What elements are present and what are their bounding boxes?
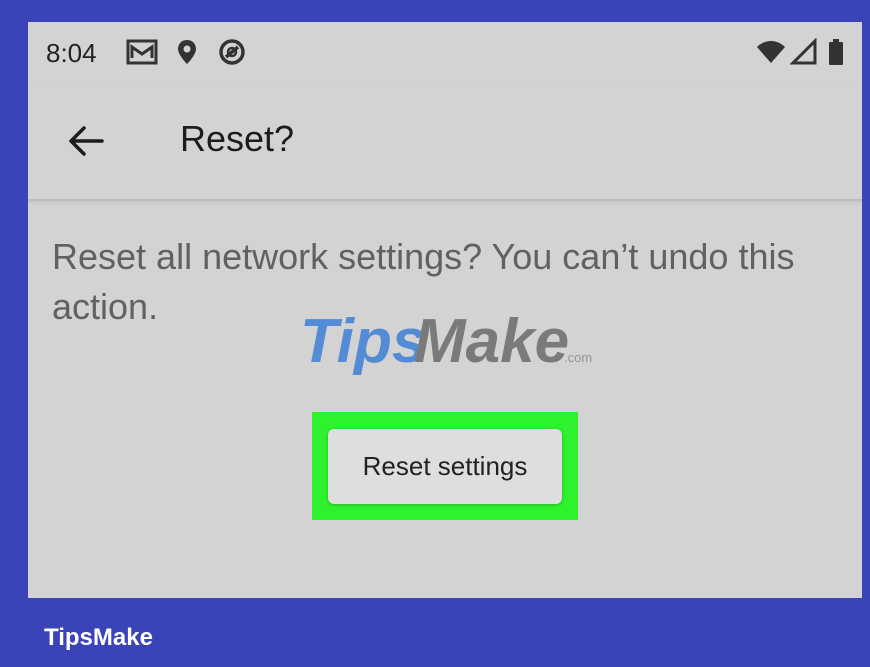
wifi-icon — [756, 38, 786, 66]
image-frame: 8:04 Reset? Reset all network settings? … — [0, 0, 870, 667]
app-bar: Reset? — [28, 84, 862, 201]
watermark-suffix-text: .com — [564, 350, 592, 365]
status-time: 8:04 — [46, 38, 97, 68]
arrow-left-icon — [60, 114, 114, 168]
watermark-tips-text: Tips — [300, 307, 426, 376]
tipsmake-watermark: Tips Make .com — [296, 300, 636, 380]
back-button[interactable] — [60, 114, 114, 168]
reset-settings-button[interactable]: Reset settings — [328, 429, 562, 504]
status-bar: 8:04 — [28, 22, 862, 84]
phone-screen: 8:04 Reset? Reset all network settings? … — [28, 22, 862, 598]
location-pin-icon — [176, 38, 198, 66]
watermark-make-text: Make — [414, 307, 569, 376]
battery-icon — [828, 38, 844, 66]
page-title: Reset? — [180, 118, 295, 159]
gmail-icon — [126, 38, 158, 66]
cell-signal-icon — [790, 38, 818, 66]
sync-icon — [218, 38, 246, 66]
brand-footer: TipsMake — [44, 624, 153, 651]
